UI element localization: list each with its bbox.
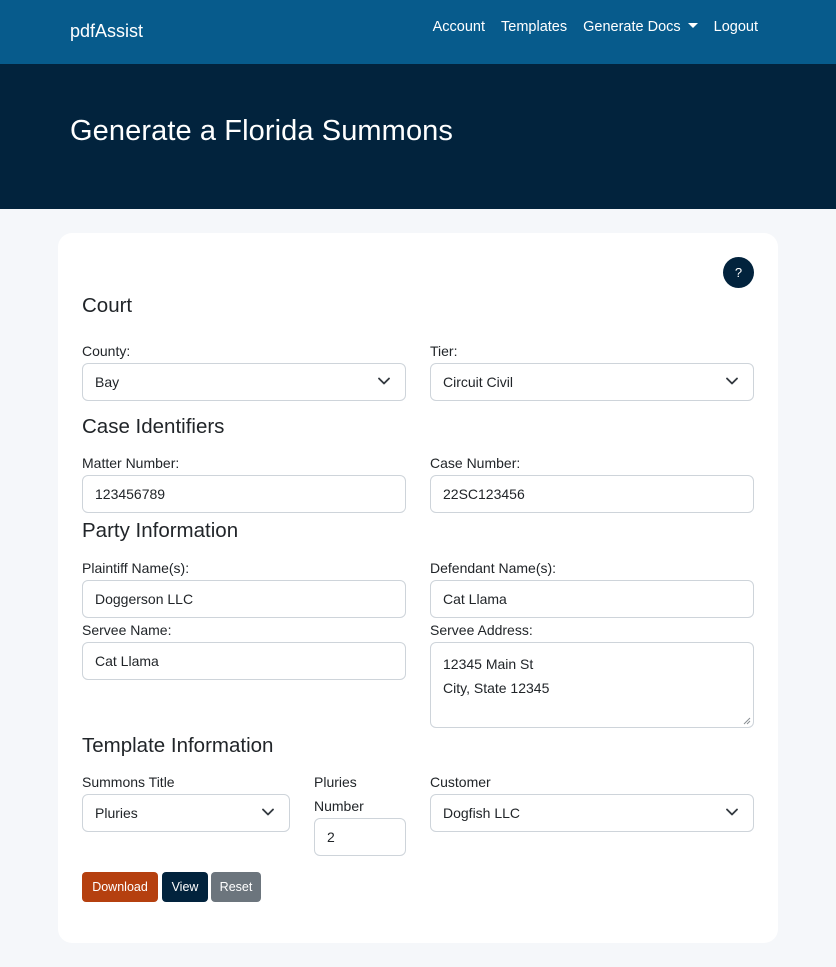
download-button[interactable]: Download	[82, 872, 158, 902]
summons-title-label: Summons Title	[82, 774, 175, 790]
pluries-label-line1: Pluries	[314, 774, 357, 790]
help-button[interactable]: ?	[723, 257, 754, 288]
caret-down-icon	[687, 22, 698, 28]
section-title-case-identifiers: Case Identifiers	[82, 415, 225, 438]
page-title: Generate a Florida Summons	[70, 115, 453, 147]
pluries-number-input[interactable]: 2	[314, 818, 406, 856]
case-number-label: Case Number:	[430, 455, 521, 471]
matter-number-input[interactable]: 123456789	[82, 475, 406, 513]
defendant-label: Defendant Name(s):	[430, 560, 557, 576]
section-title-court: Court	[82, 294, 133, 317]
plaintiff-input[interactable]: Doggerson LLC	[82, 580, 406, 618]
form-card: ? Court County: Bay Tier: Circuit Civil …	[58, 233, 778, 943]
section-title-party-information: Party Information	[82, 519, 239, 542]
customer-value: Dogfish LLC	[443, 805, 521, 821]
brand-logo[interactable]: pdfAssist	[70, 21, 143, 42]
customer-select[interactable]: Dogfish LLC	[430, 794, 754, 832]
plaintiff-label: Plaintiff Name(s):	[82, 560, 190, 576]
defendant-input[interactable]: Cat Llama	[430, 580, 754, 618]
nav-link-templates[interactable]: Templates	[501, 19, 567, 35]
chevron-down-icon	[726, 377, 738, 385]
tier-value: Circuit Civil	[443, 374, 513, 390]
servee-name-label: Servee Name:	[82, 622, 172, 638]
nav-link-account[interactable]: Account	[433, 19, 485, 35]
address-line-2: City, State 12345	[443, 680, 550, 696]
county-select[interactable]: Bay	[82, 363, 406, 401]
address-line-1: 12345 Main St	[443, 656, 534, 672]
nav-dropdown-label: Generate Docs	[583, 19, 681, 35]
reset-button[interactable]: Reset	[211, 872, 261, 902]
view-button[interactable]: View	[162, 872, 208, 902]
tier-label: Tier:	[430, 343, 458, 359]
summons-title-value: Pluries	[95, 805, 138, 821]
county-label: County:	[82, 343, 131, 359]
nav-links: Account Templates Generate Docs Logout	[417, 19, 758, 35]
chevron-down-icon	[726, 808, 738, 816]
nav-link-logout[interactable]: Logout	[714, 19, 758, 35]
resize-grip-icon[interactable]	[743, 717, 751, 725]
top-navbar: pdfAssist Account Templates Generate Doc…	[0, 0, 836, 64]
nav-dropdown-generate-docs[interactable]: Generate Docs	[583, 19, 698, 35]
customer-label: Customer	[430, 774, 491, 790]
page-header: Generate a Florida Summons	[0, 64, 836, 209]
servee-name-input[interactable]: Cat Llama	[82, 642, 406, 680]
servee-address-label: Servee Address:	[430, 622, 533, 638]
chevron-down-icon	[378, 377, 390, 385]
summons-title-select[interactable]: Pluries	[82, 794, 290, 832]
chevron-down-icon	[262, 808, 274, 816]
section-title-template-information: Template Information	[82, 734, 274, 757]
pluries-number-label: Pluries Number	[314, 770, 364, 818]
servee-address-textarea[interactable]: 12345 Main St City, State 12345	[430, 642, 754, 728]
matter-number-label: Matter Number:	[82, 455, 180, 471]
tier-select[interactable]: Circuit Civil	[430, 363, 754, 401]
pluries-label-line2: Number	[314, 798, 364, 814]
case-number-input[interactable]: 22SC123456	[430, 475, 754, 513]
county-value: Bay	[95, 374, 120, 390]
